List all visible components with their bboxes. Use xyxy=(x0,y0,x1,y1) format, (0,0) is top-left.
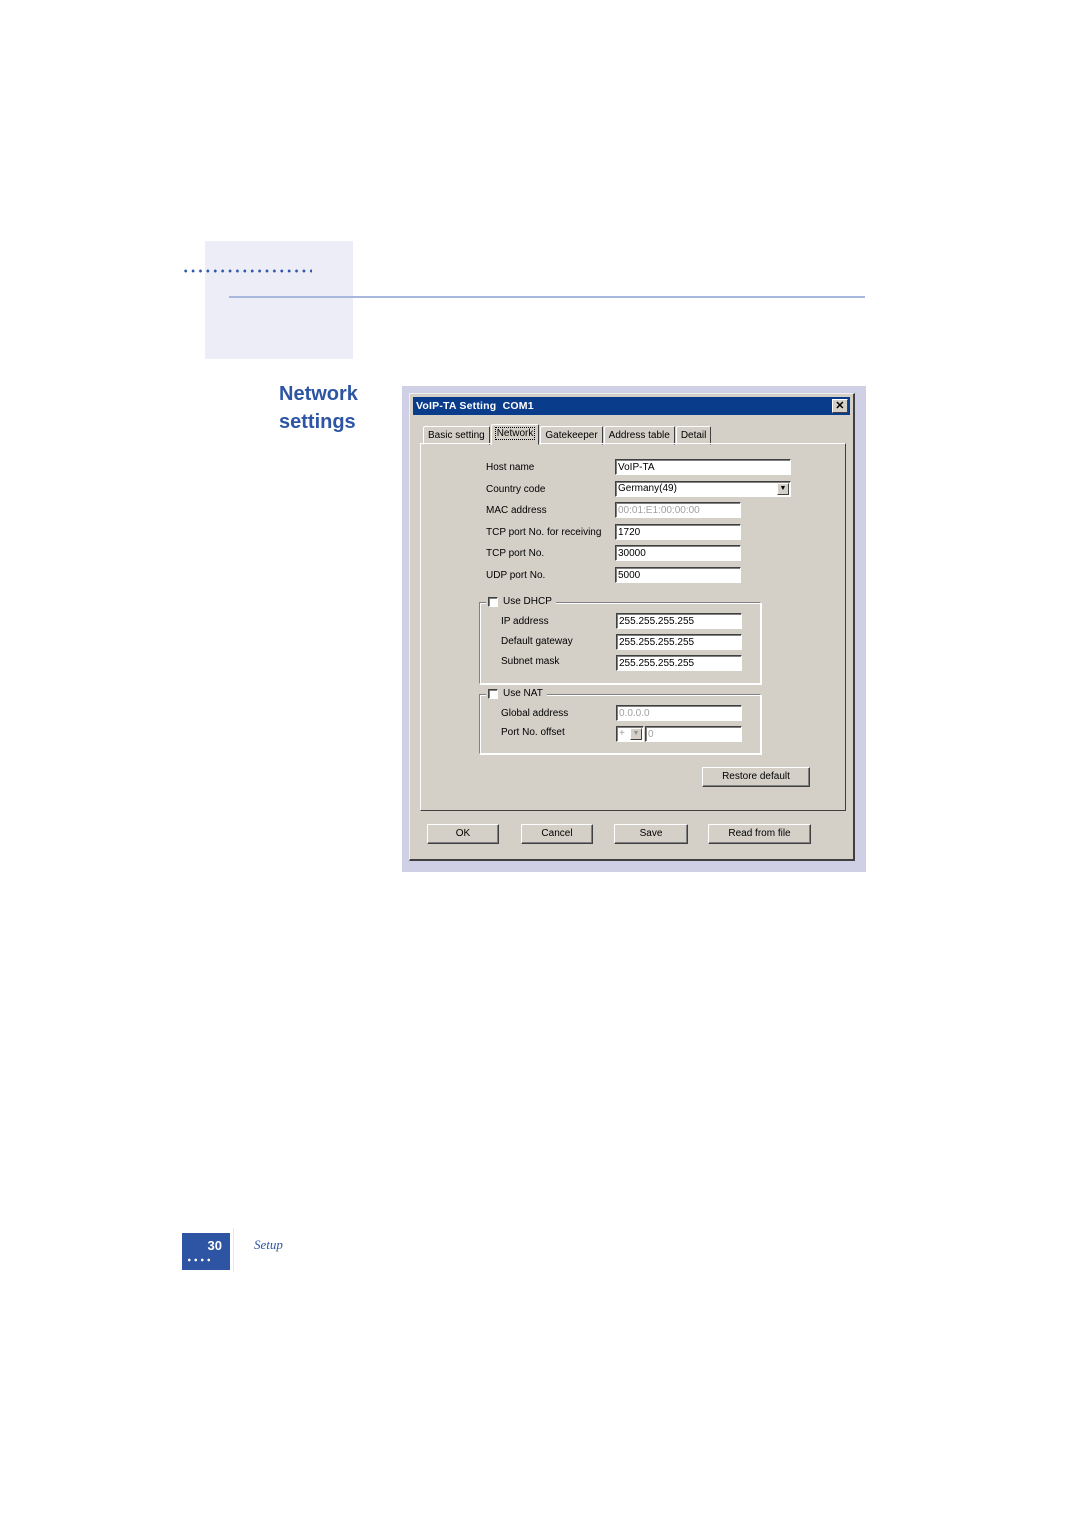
page-number: 30 xyxy=(207,1238,222,1253)
use-nat-checkbox[interactable] xyxy=(488,689,498,699)
dropdown-arrow-icon[interactable]: ▼ xyxy=(777,483,789,495)
mac-address-label: MAC address xyxy=(486,505,547,516)
global-address-input xyxy=(616,705,742,721)
page-dots xyxy=(186,1258,212,1262)
cancel-button[interactable]: Cancel xyxy=(521,824,593,844)
header-shaded-block xyxy=(205,241,353,359)
restore-default-button[interactable]: Restore default xyxy=(702,767,810,787)
ip-address-label: IP address xyxy=(501,616,549,627)
ip-address-input[interactable] xyxy=(616,613,742,629)
dialog-title: VoIP-TA Setting COM1 xyxy=(416,400,534,412)
tab-label: Network xyxy=(494,427,536,440)
default-gateway-input[interactable] xyxy=(616,634,742,650)
page-number-box: 30 xyxy=(182,1233,230,1270)
country-code-label: Country code xyxy=(486,484,546,495)
tcp-port-input[interactable] xyxy=(615,545,741,561)
subnet-mask-label: Subnet mask xyxy=(501,656,560,667)
dialog-titlebar: VoIP-TA Setting COM1 ✕ xyxy=(413,397,850,415)
tab-network[interactable]: Network xyxy=(490,424,540,445)
read-from-file-button[interactable]: Read from file xyxy=(708,824,811,844)
nat-legend: Use NAT xyxy=(486,688,547,700)
country-code-value: Germany(49) xyxy=(618,483,677,494)
tab-label: Gatekeeper xyxy=(545,430,598,441)
ok-button[interactable]: OK xyxy=(427,824,499,844)
footer-divider xyxy=(233,1228,234,1272)
voip-ta-setting-dialog: VoIP-TA Setting COM1 ✕ Basic setting Net… xyxy=(409,393,855,861)
tab-bar: Basic setting Network Gatekeeper Address… xyxy=(423,424,712,445)
tcp-port-label: TCP port No. xyxy=(486,548,545,559)
default-gateway-label: Default gateway xyxy=(501,636,573,647)
tab-label: Basic setting xyxy=(428,430,485,441)
nat-groupbox: Use NAT Global address Port No. offset +… xyxy=(479,688,761,754)
header-rule xyxy=(229,296,865,298)
network-tab-panel: Host name Country code Germany(49) ▼ MAC… xyxy=(420,443,846,811)
udp-port-input[interactable] xyxy=(615,567,741,583)
dropdown-arrow-icon: ▼ xyxy=(630,728,642,740)
port-offset-sign-select: + ▼ xyxy=(616,726,644,742)
mac-address-input xyxy=(615,502,741,518)
dhcp-groupbox: Use DHCP IP address Default gateway Subn… xyxy=(479,596,761,684)
save-button[interactable]: Save xyxy=(614,824,688,844)
tcp-port-receiving-label: TCP port No. for receiving xyxy=(486,527,602,538)
use-nat-label[interactable]: Use NAT xyxy=(503,688,543,700)
port-offset-label: Port No. offset xyxy=(501,727,565,738)
port-offset-sign: + xyxy=(619,728,625,739)
host-name-input[interactable] xyxy=(615,459,791,475)
country-code-select[interactable]: Germany(49) ▼ xyxy=(615,481,791,497)
use-dhcp-label[interactable]: Use DHCP xyxy=(503,596,552,608)
host-name-label: Host name xyxy=(486,462,535,473)
tab-label: Detail xyxy=(680,430,707,441)
tcp-port-receiving-input[interactable] xyxy=(615,524,741,540)
section-heading: Network settings xyxy=(279,383,358,433)
udp-port-label: UDP port No. xyxy=(486,570,546,581)
port-offset-input xyxy=(645,726,742,742)
footer-section-name: Setup xyxy=(254,1237,283,1252)
use-dhcp-checkbox[interactable] xyxy=(488,597,498,607)
close-icon: ✕ xyxy=(835,400,845,412)
tab-label: Address table xyxy=(608,430,670,441)
global-address-label: Global address xyxy=(501,708,569,719)
dhcp-legend: Use DHCP xyxy=(486,596,556,608)
subnet-mask-input[interactable] xyxy=(616,655,742,671)
close-button[interactable]: ✕ xyxy=(832,399,848,413)
header-dotted-line xyxy=(182,267,312,275)
